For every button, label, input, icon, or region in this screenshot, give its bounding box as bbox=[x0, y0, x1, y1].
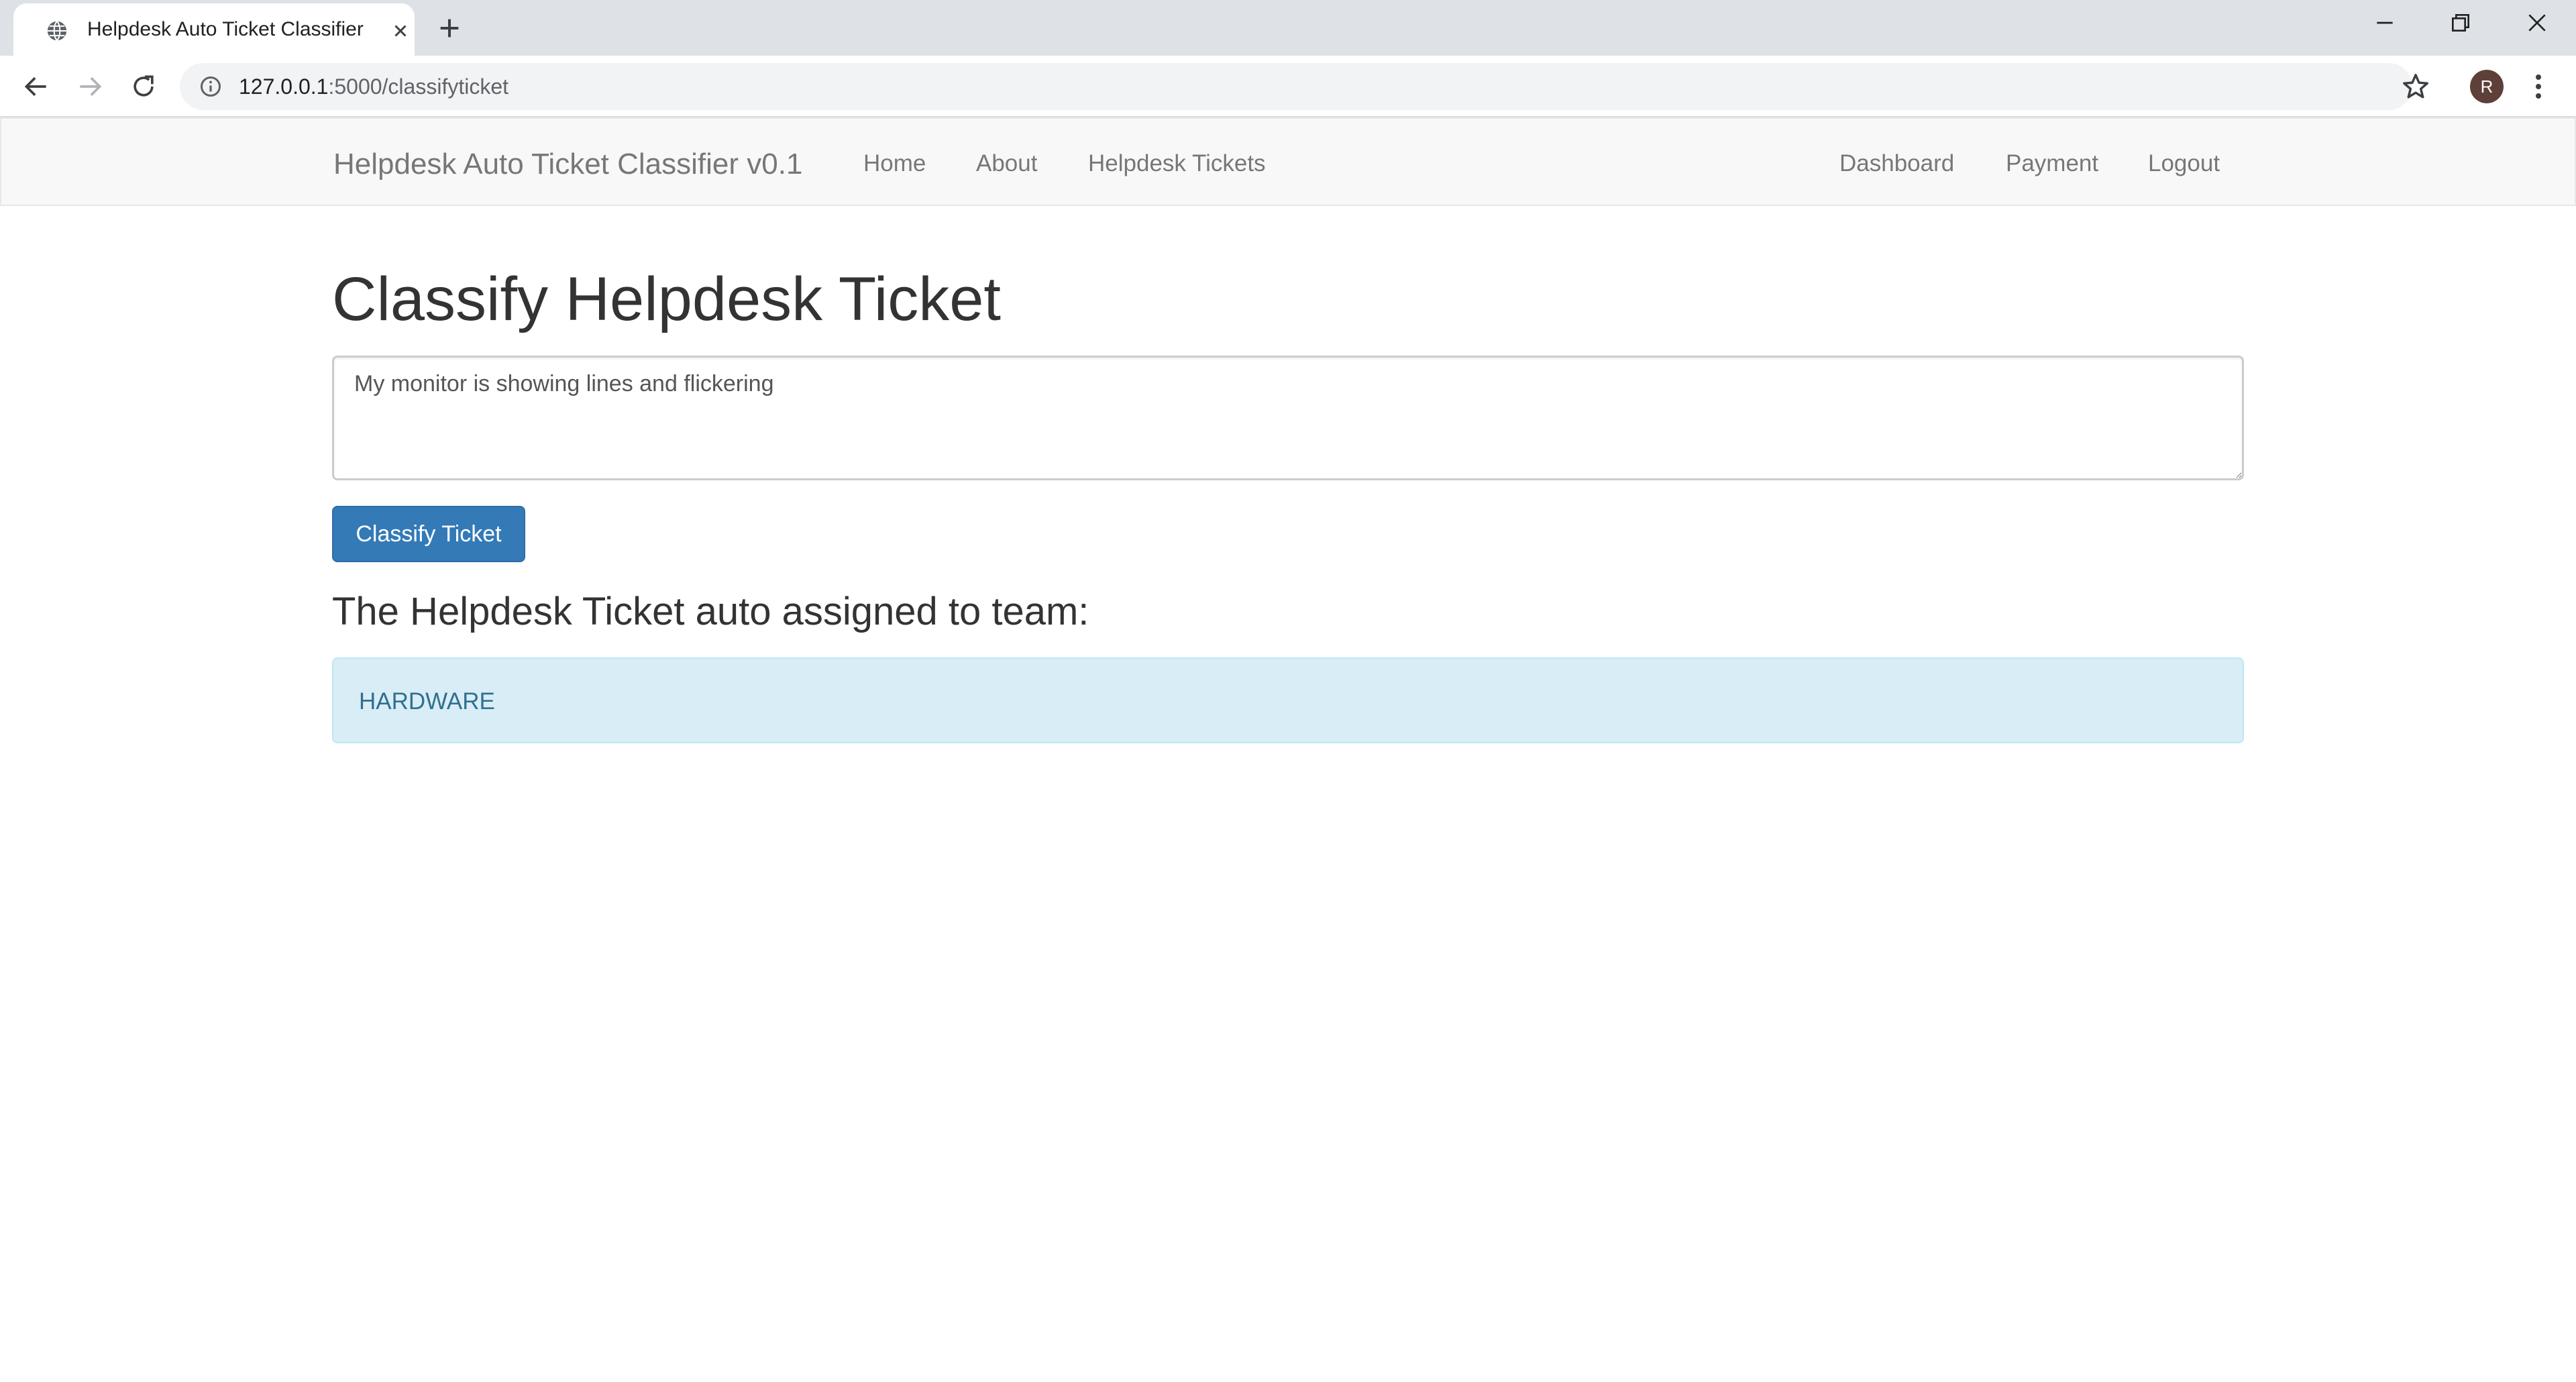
browser-toolbar: 127.0.0.1:5000/classifyticket R bbox=[0, 56, 2576, 117]
nav-link-dashboard[interactable]: Dashboard bbox=[1839, 150, 1954, 177]
browser-tab[interactable]: Helpdesk Auto Ticket Classifier bbox=[13, 3, 415, 56]
reload-icon[interactable] bbox=[129, 72, 158, 101]
close-window-icon[interactable] bbox=[2524, 9, 2551, 36]
address-bar[interactable]: 127.0.0.1:5000/classifyticket bbox=[180, 63, 2412, 110]
bookmark-star-icon[interactable] bbox=[2400, 71, 2431, 102]
assigned-team-value: HARDWARE bbox=[359, 688, 495, 714]
navbar-brand[interactable]: Helpdesk Auto Ticket Classifier v0.1 bbox=[333, 148, 802, 181]
ticket-description-input[interactable]: My monitor is showing lines and flickeri… bbox=[332, 356, 2244, 480]
result-heading: The Helpdesk Ticket auto assigned to tea… bbox=[332, 590, 1089, 633]
result-alert: HARDWARE bbox=[332, 657, 2244, 743]
new-tab-icon[interactable] bbox=[436, 15, 463, 42]
url-host: 127.0.0.1 bbox=[239, 74, 329, 99]
tab-title: Helpdesk Auto Ticket Classifier bbox=[87, 18, 364, 40]
site-info-icon[interactable] bbox=[199, 74, 223, 99]
nav-link-home[interactable]: Home bbox=[863, 150, 926, 177]
restore-icon[interactable] bbox=[2447, 9, 2474, 36]
nav-link-logout[interactable]: Logout bbox=[2148, 150, 2220, 177]
nav-link-helpdesk-tickets[interactable]: Helpdesk Tickets bbox=[1088, 150, 1266, 177]
site-navbar: Helpdesk Auto Ticket Classifier v0.1 Hom… bbox=[0, 117, 2576, 206]
kebab-menu-icon[interactable] bbox=[2528, 70, 2549, 103]
browser-tab-strip: Helpdesk Auto Ticket Classifier bbox=[0, 0, 2576, 56]
url-path: :5000/classifyticket bbox=[328, 74, 509, 99]
close-tab-icon[interactable] bbox=[390, 21, 411, 41]
back-arrow-icon[interactable] bbox=[21, 72, 51, 101]
page-title: Classify Helpdesk Ticket bbox=[332, 265, 1001, 333]
nav-link-about[interactable]: About bbox=[976, 150, 1037, 177]
url-text[interactable]: 127.0.0.1:5000/classifyticket bbox=[239, 74, 508, 99]
nav-link-payment[interactable]: Payment bbox=[2006, 150, 2098, 177]
classify-ticket-button[interactable]: Classify Ticket bbox=[332, 506, 525, 562]
forward-arrow-icon[interactable] bbox=[75, 72, 105, 101]
globe-icon bbox=[47, 21, 67, 41]
minimize-icon[interactable] bbox=[2371, 9, 2398, 36]
profile-avatar[interactable]: R bbox=[2470, 70, 2504, 103]
